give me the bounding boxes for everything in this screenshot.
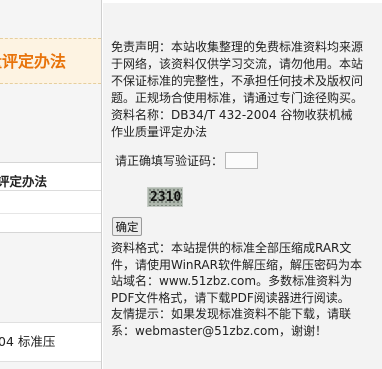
column-divider: [101, 0, 102, 369]
disclaimer-line: 免责声明：本站收集整理的免费标准资料均来源: [111, 40, 364, 54]
left-panel-heading: 评定办法: [0, 174, 48, 189]
confirm-button[interactable]: 确定: [112, 217, 142, 236]
left-info-panel: 评定办法: [0, 162, 101, 233]
captcha-label: 请正确填写验证码：: [115, 154, 224, 168]
disclaimer-line: 题。正规场合使用标准，请通过专门途径购买。: [111, 91, 364, 105]
left-bottom-text: 04 标准压: [0, 334, 56, 349]
standard-title-banner: 量评定办法: [0, 38, 101, 84]
download-sidebar: 免责声明：本站收集整理的免费标准资料均来源 于网络，该资料仅供学习交流，请勿他用…: [103, 0, 382, 369]
left-panel-divider: [0, 190, 101, 191]
info-line: 友情提示：如果发现标准资料不能下载，请联: [111, 307, 352, 321]
resource-name-line: 作业质量评定办法: [111, 125, 208, 139]
info-line: PDF文件格式，请下载PDF阅读器进行阅读。: [111, 290, 350, 305]
disclaimer-line: 于网络，该资料仅供学习交流，请勿他用。本站: [111, 57, 364, 71]
captcha-code: 2310: [150, 190, 182, 205]
info-line: 站域名：www.51zbz.com。多数标准资料为: [111, 274, 353, 288]
left-content-column: 量评定办法 评定办法 04 标准压: [0, 0, 101, 369]
info-line: 系：webmaster@51zbz.com，谢谢！: [111, 323, 328, 338]
captcha-row: 请正确填写验证码：: [115, 152, 259, 170]
info-line: 件，请使用WinRAR软件解压缩，解压密码为本: [111, 257, 362, 272]
resource-name-line: 资料名称：DB34/T 432-2004 谷物收获机械: [111, 108, 353, 122]
captcha-image: 2310: [147, 187, 183, 207]
disclaimer-block: 免责声明：本站收集整理的免费标准资料均来源 于网络，该资料仅供学习交流，请勿他用…: [111, 39, 377, 141]
left-bottom-box: 04 标准压: [0, 322, 101, 362]
info-block: 资料格式：本站提供的标准全部压缩成RAR文 件，请使用WinRAR软件解压缩，解…: [111, 240, 379, 339]
top-strip: [103, 0, 382, 3]
standard-title-text: 量评定办法: [0, 52, 67, 71]
info-line: 资料格式：本站提供的标准全部压缩成RAR文: [111, 241, 352, 255]
captcha-input[interactable]: [225, 152, 259, 169]
disclaimer-line: 不保证标准的完整性，不承担任何技术及版权问: [111, 74, 364, 88]
left-panel-divider-2: [0, 213, 101, 214]
